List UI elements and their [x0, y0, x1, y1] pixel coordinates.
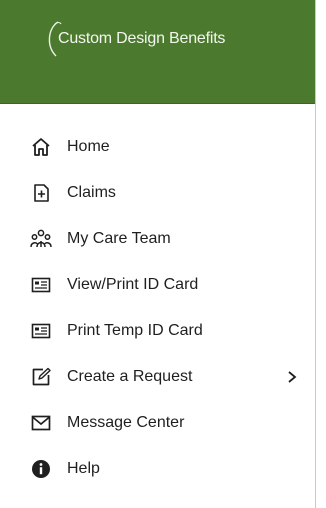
menu-item-print-temp-id-card[interactable]: Print Temp ID Card — [0, 308, 315, 354]
edit-icon — [30, 366, 52, 388]
id-card-icon — [30, 320, 52, 342]
menu-item-label: My Care Team — [67, 230, 171, 247]
home-icon — [30, 136, 52, 158]
side-menu: Custom Design Benefits Home Claims My Ca… — [0, 0, 316, 508]
claims-icon — [30, 182, 52, 204]
menu-item-label: Message Center — [67, 414, 185, 431]
menu-item-my-care-team[interactable]: My Care Team — [0, 216, 315, 262]
envelope-icon — [30, 412, 52, 434]
menu-item-label: Help — [67, 460, 100, 477]
menu-list: Home Claims My Care Team View/Print ID C… — [0, 124, 315, 492]
menu-item-label: View/Print ID Card — [67, 276, 199, 293]
info-icon — [30, 458, 52, 480]
menu-header: Custom Design Benefits — [0, 0, 315, 104]
menu-item-label: Claims — [67, 184, 116, 201]
id-card-icon — [30, 274, 52, 296]
menu-item-view-print-id-card[interactable]: View/Print ID Card — [0, 262, 315, 308]
menu-item-label: Print Temp ID Card — [67, 322, 203, 339]
menu-item-label: Home — [67, 138, 110, 155]
menu-item-help[interactable]: Help — [0, 446, 315, 492]
care-team-icon — [30, 228, 52, 250]
logo-swoosh-icon — [48, 21, 62, 57]
menu-item-create-a-request[interactable]: Create a Request — [0, 354, 315, 400]
brand-name: Custom Design Benefits — [58, 30, 226, 47]
menu-item-message-center[interactable]: Message Center — [0, 400, 315, 446]
brand-logo[interactable]: Custom Design Benefits — [48, 21, 226, 57]
menu-item-claims[interactable]: Claims — [0, 170, 315, 216]
menu-item-label: Create a Request — [67, 368, 193, 385]
menu-item-home[interactable]: Home — [0, 124, 315, 170]
chevron-right-icon[interactable] — [287, 370, 297, 384]
